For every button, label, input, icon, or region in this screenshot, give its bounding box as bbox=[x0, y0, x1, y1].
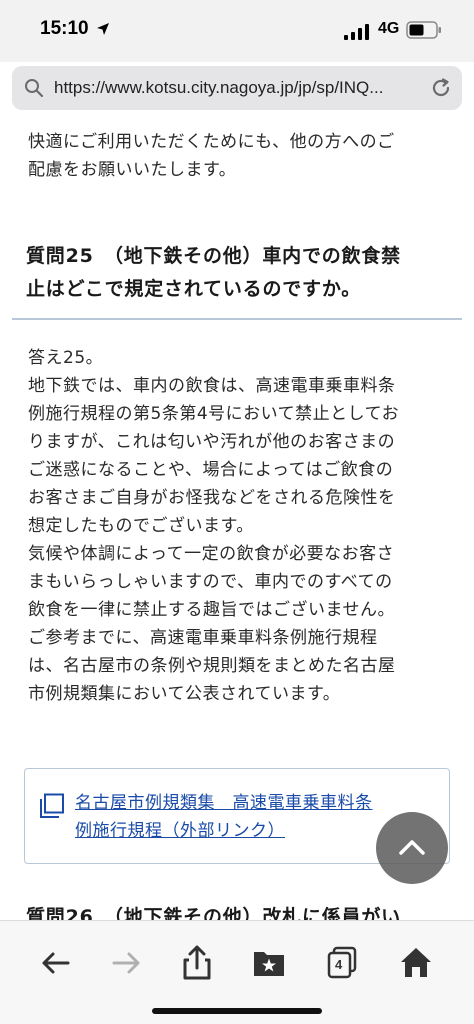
tab-count: 4 bbox=[335, 957, 343, 972]
arrow-right-icon[interactable] bbox=[106, 943, 146, 983]
question-title-line: 質問25 （地下鉄その他）車内での飲食禁 bbox=[26, 245, 401, 267]
network-type: 4G bbox=[378, 20, 400, 37]
url-text[interactable]: https://www.kotsu.city.nagoya.jp/jp/sp/I… bbox=[54, 78, 424, 98]
answer-line: 想定したものでございます。 bbox=[28, 516, 254, 536]
answer-line: 飲食を一律に禁止する趣旨ではございません。 bbox=[28, 600, 395, 620]
intro-line: 快適にご利用いただくためにも、他の方へのご bbox=[28, 132, 395, 152]
battery-icon bbox=[406, 21, 441, 39]
bookmark-folder-icon[interactable] bbox=[249, 943, 289, 983]
external-link-icon bbox=[40, 793, 64, 818]
next-question-title: 質問26 （地下鉄その他）改札に係員がい bbox=[26, 906, 401, 920]
intro-line: 配慮をお願いいたします。 bbox=[28, 160, 237, 180]
answer-line: お客さまご自身がお怪我などをされる危険性を bbox=[28, 488, 396, 508]
location-arrow-icon bbox=[97, 23, 109, 35]
answer-line: 気候や体調によって一定の飲食が必要なお客さ bbox=[28, 544, 395, 564]
answer-line: 市例規類集において公表されています。 bbox=[28, 684, 341, 704]
question-title-line: 止はどこで規定されているのですか。 bbox=[26, 278, 362, 300]
status-bar: 15:10 4G bbox=[0, 0, 474, 62]
answer-line: ご参考までに、高速電車乗車料条例施行規程 bbox=[28, 628, 378, 648]
reload-icon[interactable] bbox=[430, 77, 452, 99]
external-link[interactable]: 名古屋市例規類集 高速電車乗車料条 例施行規程（外部リンク） bbox=[75, 789, 425, 845]
share-icon[interactable] bbox=[177, 943, 217, 983]
answer-line: 例施行規程の第5条第4号において禁止としてお bbox=[28, 404, 400, 424]
question-title: 質問25 （地下鉄その他）車内での飲食禁 止はどこで規定されているのですか。 bbox=[26, 240, 458, 306]
answer-line: 答え25。 bbox=[28, 348, 104, 368]
link-line[interactable]: 名古屋市例規類集 高速電車乗車料条 bbox=[75, 789, 425, 817]
address-bar[interactable]: https://www.kotsu.city.nagoya.jp/jp/sp/I… bbox=[12, 66, 462, 110]
answer-line: ご迷惑になることや、場合によってはご飲食の bbox=[28, 460, 394, 480]
scroll-to-top-button[interactable] bbox=[376, 812, 448, 884]
tabs-button[interactable]: 4 bbox=[322, 943, 362, 983]
answer-line: まもいらっしゃいますので、車内でのすべての bbox=[28, 572, 393, 592]
answer-line: は、名古屋市の条例や規則類をまとめた名古屋 bbox=[28, 656, 396, 676]
page-content[interactable]: 快適にご利用いただくためにも、他の方へのご 配慮をお願いいたします。 質問25 … bbox=[0, 112, 474, 920]
arrow-left-icon[interactable] bbox=[36, 943, 76, 983]
answer-line: 地下鉄では、車内の飲食は、高速電車乗車料条 bbox=[28, 376, 396, 396]
home-icon[interactable] bbox=[396, 943, 436, 983]
intro-paragraph: 快適にご利用いただくためにも、他の方へのご 配慮をお願いいたします。 bbox=[28, 128, 458, 184]
search-icon bbox=[25, 79, 44, 98]
home-indicator bbox=[152, 1008, 322, 1014]
answer-paragraph: 答え25。 地下鉄では、車内の飲食は、高速電車乗車料条 例施行規程の第5条第4号… bbox=[28, 344, 458, 708]
question-divider bbox=[12, 318, 462, 320]
answer-line: りますが、これは匂いや汚れが他のお客さまの bbox=[28, 432, 396, 452]
signal-icon bbox=[344, 24, 369, 40]
status-time: 15:10 bbox=[40, 18, 89, 39]
link-line[interactable]: 例施行規程（外部リンク） bbox=[75, 817, 425, 845]
chevron-up-icon bbox=[399, 840, 425, 855]
